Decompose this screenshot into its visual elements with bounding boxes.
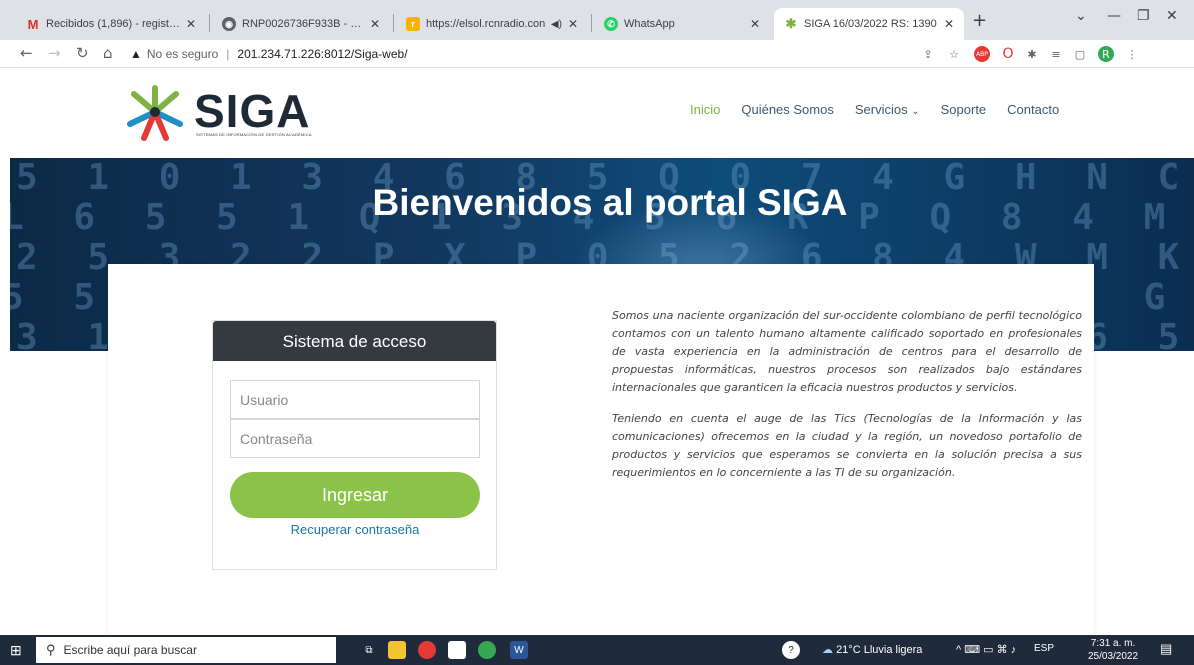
search-icon: ⚲ bbox=[46, 642, 56, 657]
about-text: Somos una naciente organización del sur-… bbox=[612, 307, 1082, 495]
tab-title: WhatsApp bbox=[624, 18, 675, 30]
close-icon[interactable]: ✕ bbox=[370, 17, 380, 31]
menu-icon[interactable]: ⋮ bbox=[1124, 46, 1140, 62]
language-indicator[interactable]: ESP bbox=[1034, 643, 1054, 654]
tray-icons[interactable]: ^ ⌨ ▭ ⌘ ♪ bbox=[956, 643, 1016, 656]
login-panel: Sistema de acceso Usuario Contraseña Ing… bbox=[212, 320, 497, 570]
chrome-profile-icon[interactable] bbox=[478, 641, 496, 659]
recover-password-link[interactable]: Recuperar contraseña bbox=[230, 522, 480, 537]
logo-tagline: SISTEMAS DE INFORMACIÓN DE GESTIÓN ACADÉ… bbox=[196, 132, 312, 137]
tab-title: RNP0026736F933B - Web Im bbox=[242, 18, 364, 30]
weather-widget[interactable]: ☁ 21°C Lluvia ligera bbox=[822, 643, 922, 656]
home-icon[interactable]: ⌂ bbox=[103, 44, 113, 62]
opera-icon[interactable]: O bbox=[1000, 46, 1016, 62]
share-icon[interactable]: ⇪ bbox=[920, 46, 936, 62]
radio-icon: r bbox=[406, 17, 420, 31]
page: SIGA SISTEMAS DE INFORMACIÓN DE GESTIÓN … bbox=[0, 68, 1194, 635]
login-button[interactable]: Ingresar bbox=[230, 472, 480, 518]
nav-inicio[interactable]: Inicio bbox=[690, 102, 720, 117]
gmail-icon: M bbox=[27, 16, 39, 32]
weather-text: 21°C Lluvia ligera bbox=[836, 644, 923, 656]
chrome-icon[interactable] bbox=[418, 641, 436, 659]
password-placeholder: Contraseña bbox=[240, 430, 313, 447]
help-icon[interactable]: ? bbox=[782, 641, 800, 659]
nav-servicios[interactable]: Servicios ⌄ bbox=[855, 102, 920, 117]
globe-icon: ◉ bbox=[222, 17, 236, 31]
nav-soporte[interactable]: Soporte bbox=[941, 102, 987, 117]
reload-icon[interactable]: ↻ bbox=[76, 44, 89, 62]
clock[interactable]: 7:31 a. m. 25/03/2022 bbox=[1088, 637, 1138, 663]
siga-logo[interactable]: SIGA SISTEMAS DE INFORMACIÓN DE GESTIÓN … bbox=[120, 82, 320, 142]
clock-date: 25/03/2022 bbox=[1088, 651, 1139, 662]
browser-toolbar: ← → ↻ ⌂ ▲ No es seguro | 201.234.71.226:… bbox=[0, 40, 1194, 68]
tab-title: SIGA 16/03/2022 RS: 1390 bbox=[804, 18, 937, 30]
whatsapp-icon: ✆ bbox=[604, 17, 618, 31]
password-field[interactable]: Contraseña bbox=[230, 419, 480, 458]
login-title: Sistema de acceso bbox=[213, 321, 496, 361]
content-card: Sistema de acceso Usuario Contraseña Ing… bbox=[108, 264, 1094, 635]
about-paragraph: Somos una naciente organización del sur-… bbox=[612, 309, 1082, 394]
taskbar-search[interactable]: ⚲ Escribe aquí para buscar bbox=[36, 637, 336, 663]
tab-whatsapp[interactable]: ✆ WhatsApp ✕ bbox=[594, 8, 770, 40]
url-text[interactable]: 201.234.71.226:8012/Siga-web/ bbox=[237, 47, 407, 61]
close-window-button[interactable]: ✕ bbox=[1166, 8, 1178, 24]
main-nav: Inicio Quiénes Somos Servicios ⌄ Soporte… bbox=[690, 102, 1059, 117]
side-panel-icon[interactable]: ▢ bbox=[1072, 46, 1088, 62]
hero-title: Bienvenidos al portal SIGA bbox=[372, 182, 848, 223]
close-icon[interactable]: ✕ bbox=[568, 17, 578, 31]
nav-servicios-label: Servicios bbox=[854, 102, 908, 117]
extensions-icon[interactable]: ✱ bbox=[1024, 46, 1040, 62]
chevron-down-icon: ⌄ bbox=[911, 106, 920, 117]
siga-icon: ✱ bbox=[785, 16, 797, 31]
siga-logo-mark bbox=[127, 85, 183, 141]
tab-rnp[interactable]: ◉ RNP0026736F933B - Web Im ✕ bbox=[212, 8, 390, 40]
notifications-icon[interactable]: ▤ bbox=[1160, 641, 1172, 657]
windows-start-icon[interactable]: ⊞ bbox=[10, 642, 22, 659]
word-icon[interactable]: W bbox=[510, 641, 528, 659]
cloud-rain-icon: ☁ bbox=[822, 644, 833, 656]
back-icon[interactable]: ← bbox=[20, 44, 33, 62]
speaker-icon[interactable]: ◀) bbox=[551, 19, 562, 30]
tab-title: https://elsol.rcnradio.con bbox=[426, 18, 546, 30]
taskbar: ⊞ ⚲ Escribe aquí para buscar ⧉ W ? ☁ 21°… bbox=[0, 635, 1194, 665]
task-view-icon[interactable]: ⧉ bbox=[360, 641, 378, 659]
taskbar-search-placeholder: Escribe aquí para buscar bbox=[63, 643, 197, 657]
notepad-icon[interactable] bbox=[448, 641, 466, 659]
about-paragraph: Teniendo en cuenta el auge de las Tics (… bbox=[612, 412, 1082, 479]
tab-rcnradio[interactable]: r https://elsol.rcnradio.con ◀) ✕ bbox=[396, 8, 588, 40]
profile-avatar[interactable]: R bbox=[1098, 46, 1114, 62]
browser-tab-strip: M Recibidos (1,896) - registroac ✕ ◉ RNP… bbox=[0, 0, 1194, 40]
username-field[interactable]: Usuario bbox=[230, 380, 480, 419]
warning-icon[interactable]: ▲ bbox=[130, 47, 142, 61]
close-icon[interactable]: ✕ bbox=[186, 17, 196, 31]
tab-siga[interactable]: ✱ SIGA 16/03/2022 RS: 1390 ✕ bbox=[774, 8, 964, 40]
profile-initial: R bbox=[1102, 47, 1110, 61]
file-explorer-icon[interactable] bbox=[388, 641, 406, 659]
bookmark-star-icon[interactable]: ☆ bbox=[946, 46, 962, 62]
close-icon[interactable]: ✕ bbox=[944, 17, 954, 31]
tab-gmail[interactable]: M Recibidos (1,896) - registroac ✕ bbox=[16, 8, 206, 40]
clock-time: 7:31 a. m. bbox=[1090, 638, 1136, 649]
address-bar[interactable]: ▲ No es seguro | 201.234.71.226:8012/Sig… bbox=[130, 43, 910, 65]
security-status[interactable]: No es seguro bbox=[147, 47, 218, 61]
reading-list-icon[interactable]: ≡ bbox=[1048, 46, 1064, 62]
tab-title: Recibidos (1,896) - registroac bbox=[46, 18, 180, 30]
close-icon[interactable]: ✕ bbox=[750, 17, 760, 31]
forward-icon[interactable]: → bbox=[48, 44, 61, 62]
username-placeholder: Usuario bbox=[240, 391, 289, 408]
restore-button[interactable]: ❐ bbox=[1137, 8, 1150, 24]
new-tab-button[interactable]: + bbox=[972, 10, 987, 31]
tab-search-icon[interactable]: ⌄ bbox=[1075, 8, 1087, 24]
nav-contacto[interactable]: Contacto bbox=[1007, 102, 1059, 117]
adblock-icon[interactable]: ABP bbox=[974, 46, 990, 62]
nav-quienes-somos[interactable]: Quiénes Somos bbox=[741, 102, 834, 117]
logo-wordmark: SIGA bbox=[194, 85, 311, 137]
minimize-button[interactable]: — bbox=[1107, 8, 1121, 24]
